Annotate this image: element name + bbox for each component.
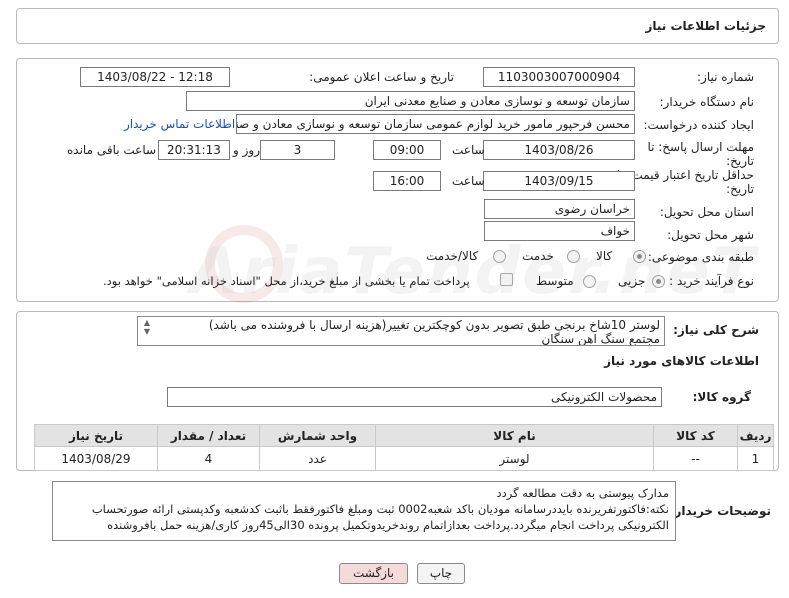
process-radio-minor[interactable] xyxy=(652,275,665,288)
deadline-label-date: تاریخ: xyxy=(726,154,754,168)
col-qty: تعداد / مقدار xyxy=(157,424,260,447)
creator-label: ایجاد کننده درخواست: xyxy=(643,118,754,132)
announce-label: تاریخ و ساعت اعلان عمومی: xyxy=(309,70,454,84)
province-label: استان محل تحویل: xyxy=(659,205,754,219)
process-radio-medium[interactable] xyxy=(583,275,596,288)
buyer-field: سازمان توسعه و نوسازی معادن و صنایع معدن… xyxy=(186,91,635,111)
remaining-time-field: 20:31:13 xyxy=(158,140,230,160)
goods-group-field: محصولات الکترونیکی xyxy=(167,387,662,407)
description-label: شرح کلی نیاز: xyxy=(673,323,759,337)
process-label: نوع فرآیند خرید : xyxy=(669,274,754,288)
treasury-checkbox[interactable] xyxy=(500,273,513,286)
col-unit: واحد شمارش xyxy=(259,424,376,447)
process-option-medium: متوسط xyxy=(536,274,574,288)
buyer-notes-line-3: الکترونیکی پرداخت انجام میگردد.پرداخت بع… xyxy=(107,518,669,532)
buyer-notes-line-1: مدارک پیوستی به دقت مطالعه گردد xyxy=(496,486,669,500)
description-line-2: مجتمع سنگ اهن سنگان xyxy=(541,332,660,346)
need-number-field: 1103003007000904 xyxy=(483,67,635,87)
items-table-header: ردیف کد کالا نام کالا واحد شمارش تعداد /… xyxy=(34,424,774,447)
col-date: تاریخ نیاز xyxy=(34,424,158,447)
cell-unit: عدد xyxy=(259,446,376,471)
col-name: نام کالا xyxy=(375,424,654,447)
buyer-notes-label: توضیحات خریدار: xyxy=(669,504,771,518)
category-radio-both[interactable] xyxy=(493,250,506,263)
cell-row: 1 xyxy=(737,446,774,471)
cell-date: 1403/08/29 xyxy=(34,446,158,471)
back-button[interactable]: بازگشت xyxy=(339,563,408,584)
province-field: خراسان رضوی xyxy=(484,199,635,219)
remaining-word: ساعت باقی مانده xyxy=(67,143,157,157)
city-label: شهر محل تحویل: xyxy=(667,228,754,242)
description-textarea[interactable]: ▲ ▼ لوستر 10شاخ برنجی طبق تصویر بدون کوچک… xyxy=(137,316,665,346)
validity-label-date: تاریخ: xyxy=(726,182,754,196)
description-line-1: لوستر 10شاخ برنجی طبق تصویر بدون کوچکتری… xyxy=(208,318,660,332)
days-word: روز و xyxy=(233,143,260,157)
validity-label: حداقل تاریخ اعتبار قیمت: تا xyxy=(616,168,754,182)
col-row: ردیف xyxy=(737,424,774,447)
announce-field: 1403/08/22 - 12:18 xyxy=(80,67,230,87)
deadline-time-field: 09:00 xyxy=(373,140,441,160)
table-row[interactable]: 1 -- لوستر عدد 4 1403/08/29 xyxy=(34,446,774,471)
validity-time-field: 16:00 xyxy=(373,171,441,191)
days-field: 3 xyxy=(260,140,335,160)
cell-name: لوستر xyxy=(375,446,654,471)
contact-buyer-link[interactable]: اطلاعات تماس خریدار xyxy=(124,117,235,131)
buyer-notes-box: مدارک پیوستی به دقت مطالعه گردد نکته:فاک… xyxy=(52,481,676,541)
scroll-arrows[interactable]: ▲ ▼ xyxy=(140,318,154,344)
category-option-service: خدمت xyxy=(522,249,554,263)
cell-code: -- xyxy=(653,446,738,471)
items-table: ردیف کد کالا نام کالا واحد شمارش تعداد /… xyxy=(34,424,774,471)
payment-note: پرداخت تمام یا بخشی از مبلغ خرید،از محل … xyxy=(103,274,470,288)
category-label: طبقه بندی موضوعی: xyxy=(647,250,754,264)
goods-section-title: اطلاعات کالاهای مورد نیاز xyxy=(604,354,759,368)
validity-time-word: ساعت xyxy=(452,174,485,188)
buyer-label: نام دستگاه خریدار: xyxy=(659,95,755,109)
cell-qty: 4 xyxy=(157,446,260,471)
creator-field: محسن فرحپور مامور خرید لوازم عمومی سازما… xyxy=(236,114,635,134)
goods-group-label: گروه کالا: xyxy=(692,390,751,404)
category-radio-service[interactable] xyxy=(567,250,580,263)
deadline-time-word: ساعت xyxy=(452,143,485,157)
deadline-date-field: 1403/08/26 xyxy=(483,140,635,160)
print-button[interactable]: چاپ xyxy=(417,563,465,584)
header-panel: جزئیات اطلاعات نیاز xyxy=(16,8,779,44)
items-table-wrap: ردیف کد کالا نام کالا واحد شمارش تعداد /… xyxy=(34,424,774,471)
category-radio-goods[interactable] xyxy=(633,250,646,263)
need-number-label: شماره نیاز: xyxy=(697,70,754,84)
deadline-label: مهلت ارسال پاسخ: تا xyxy=(647,140,754,154)
category-option-both: کالا/خدمت xyxy=(426,249,479,263)
col-code: کد کالا xyxy=(653,424,738,447)
category-option-goods: کالا xyxy=(596,249,613,263)
page-title: جزئیات اطلاعات نیاز xyxy=(645,19,766,33)
validity-date-field: 1403/09/15 xyxy=(483,171,635,191)
buyer-notes-line-2: نکته:فاکتورتفریرنده بایددرسامانه مودیان … xyxy=(91,502,669,516)
process-option-minor: جزیی xyxy=(618,274,646,288)
city-field: خواف xyxy=(484,221,635,241)
